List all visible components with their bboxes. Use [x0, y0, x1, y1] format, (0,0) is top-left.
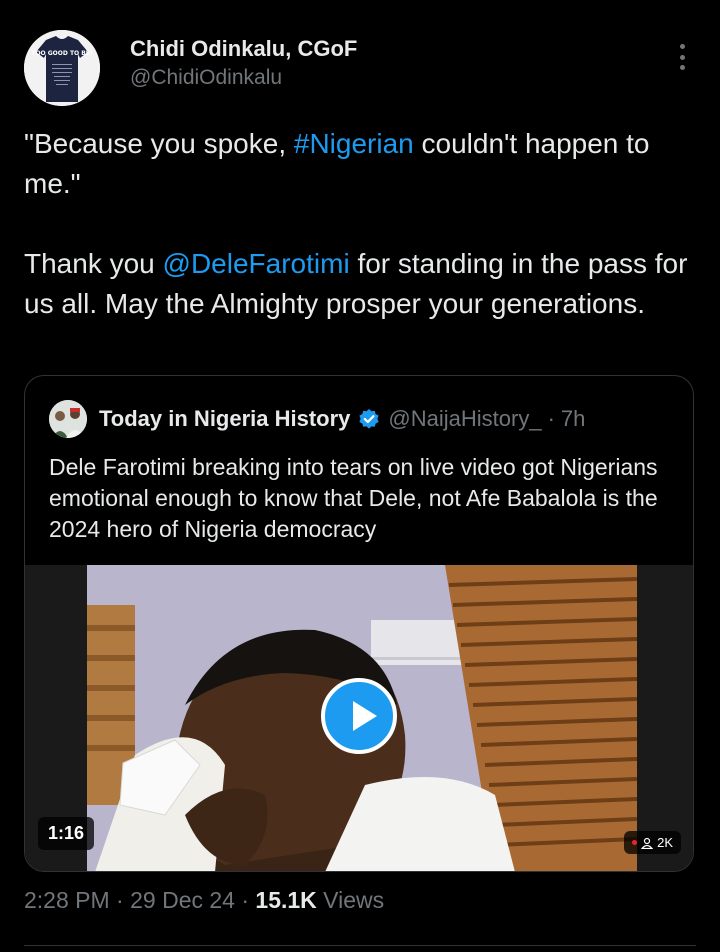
tweet-text: "Because you spoke, #Nigerian couldn't h… — [24, 124, 696, 324]
views-count[interactable]: 15.1K — [255, 887, 316, 913]
views-label: Views — [316, 887, 385, 913]
tweet-header: TOO GOOD TO BE! Chidi Odinkalu, CGoF @Ch… — [24, 30, 696, 106]
more-options-icon[interactable] — [672, 42, 692, 72]
author-avatar[interactable]: TOO GOOD TO BE! — [24, 30, 100, 106]
verified-badge-icon — [359, 409, 380, 429]
quote-header: Today in Nigeria History @NaijaHistory_ … — [49, 400, 585, 438]
meta-separator: · — [109, 887, 131, 913]
live-dot-icon — [632, 840, 638, 845]
hashtag-link[interactable]: #Nigerian — [294, 128, 414, 159]
avatar-shirt-text: TOO GOOD TO BE! — [31, 50, 93, 57]
tweet-date[interactable]: 29 Dec 24 — [130, 887, 235, 913]
quote-avatar-image — [49, 400, 87, 438]
quote-author-handle[interactable]: @NaijaHistory_ — [388, 406, 541, 432]
video-duration: 1:16 — [38, 817, 95, 850]
person-icon — [641, 837, 654, 849]
video-views-count: 2K — [657, 835, 673, 850]
quote-avatar[interactable] — [49, 400, 87, 438]
tweet-text-part: "Because you spoke, — [24, 128, 294, 159]
quoted-tweet-card[interactable]: Today in Nigeria History @NaijaHistory_ … — [24, 375, 694, 872]
quote-author-name[interactable]: Today in Nigeria History — [99, 406, 350, 432]
play-button[interactable] — [321, 678, 397, 754]
quote-dot-separator: · — [547, 406, 555, 431]
mention-link[interactable]: @DeleFarotimi — [163, 248, 350, 279]
tshirt-image — [24, 30, 100, 106]
author-name[interactable]: Chidi Odinkalu, CGoF — [130, 36, 357, 62]
author-handle[interactable]: @ChidiOdinkalu — [130, 66, 282, 90]
tweet-time[interactable]: 2:28 PM — [24, 887, 110, 913]
video-player[interactable]: 1:16 2K — [25, 565, 693, 871]
meta-separator: · — [234, 887, 256, 913]
divider — [24, 945, 696, 946]
tweet-meta: 2:28 PM · 29 Dec 24 · 15.1K Views — [24, 887, 384, 914]
quote-time[interactable]: 7h — [561, 406, 585, 432]
quote-text: Dele Farotimi breaking into tears on liv… — [49, 454, 658, 542]
video-views-badge: 2K — [624, 831, 681, 854]
